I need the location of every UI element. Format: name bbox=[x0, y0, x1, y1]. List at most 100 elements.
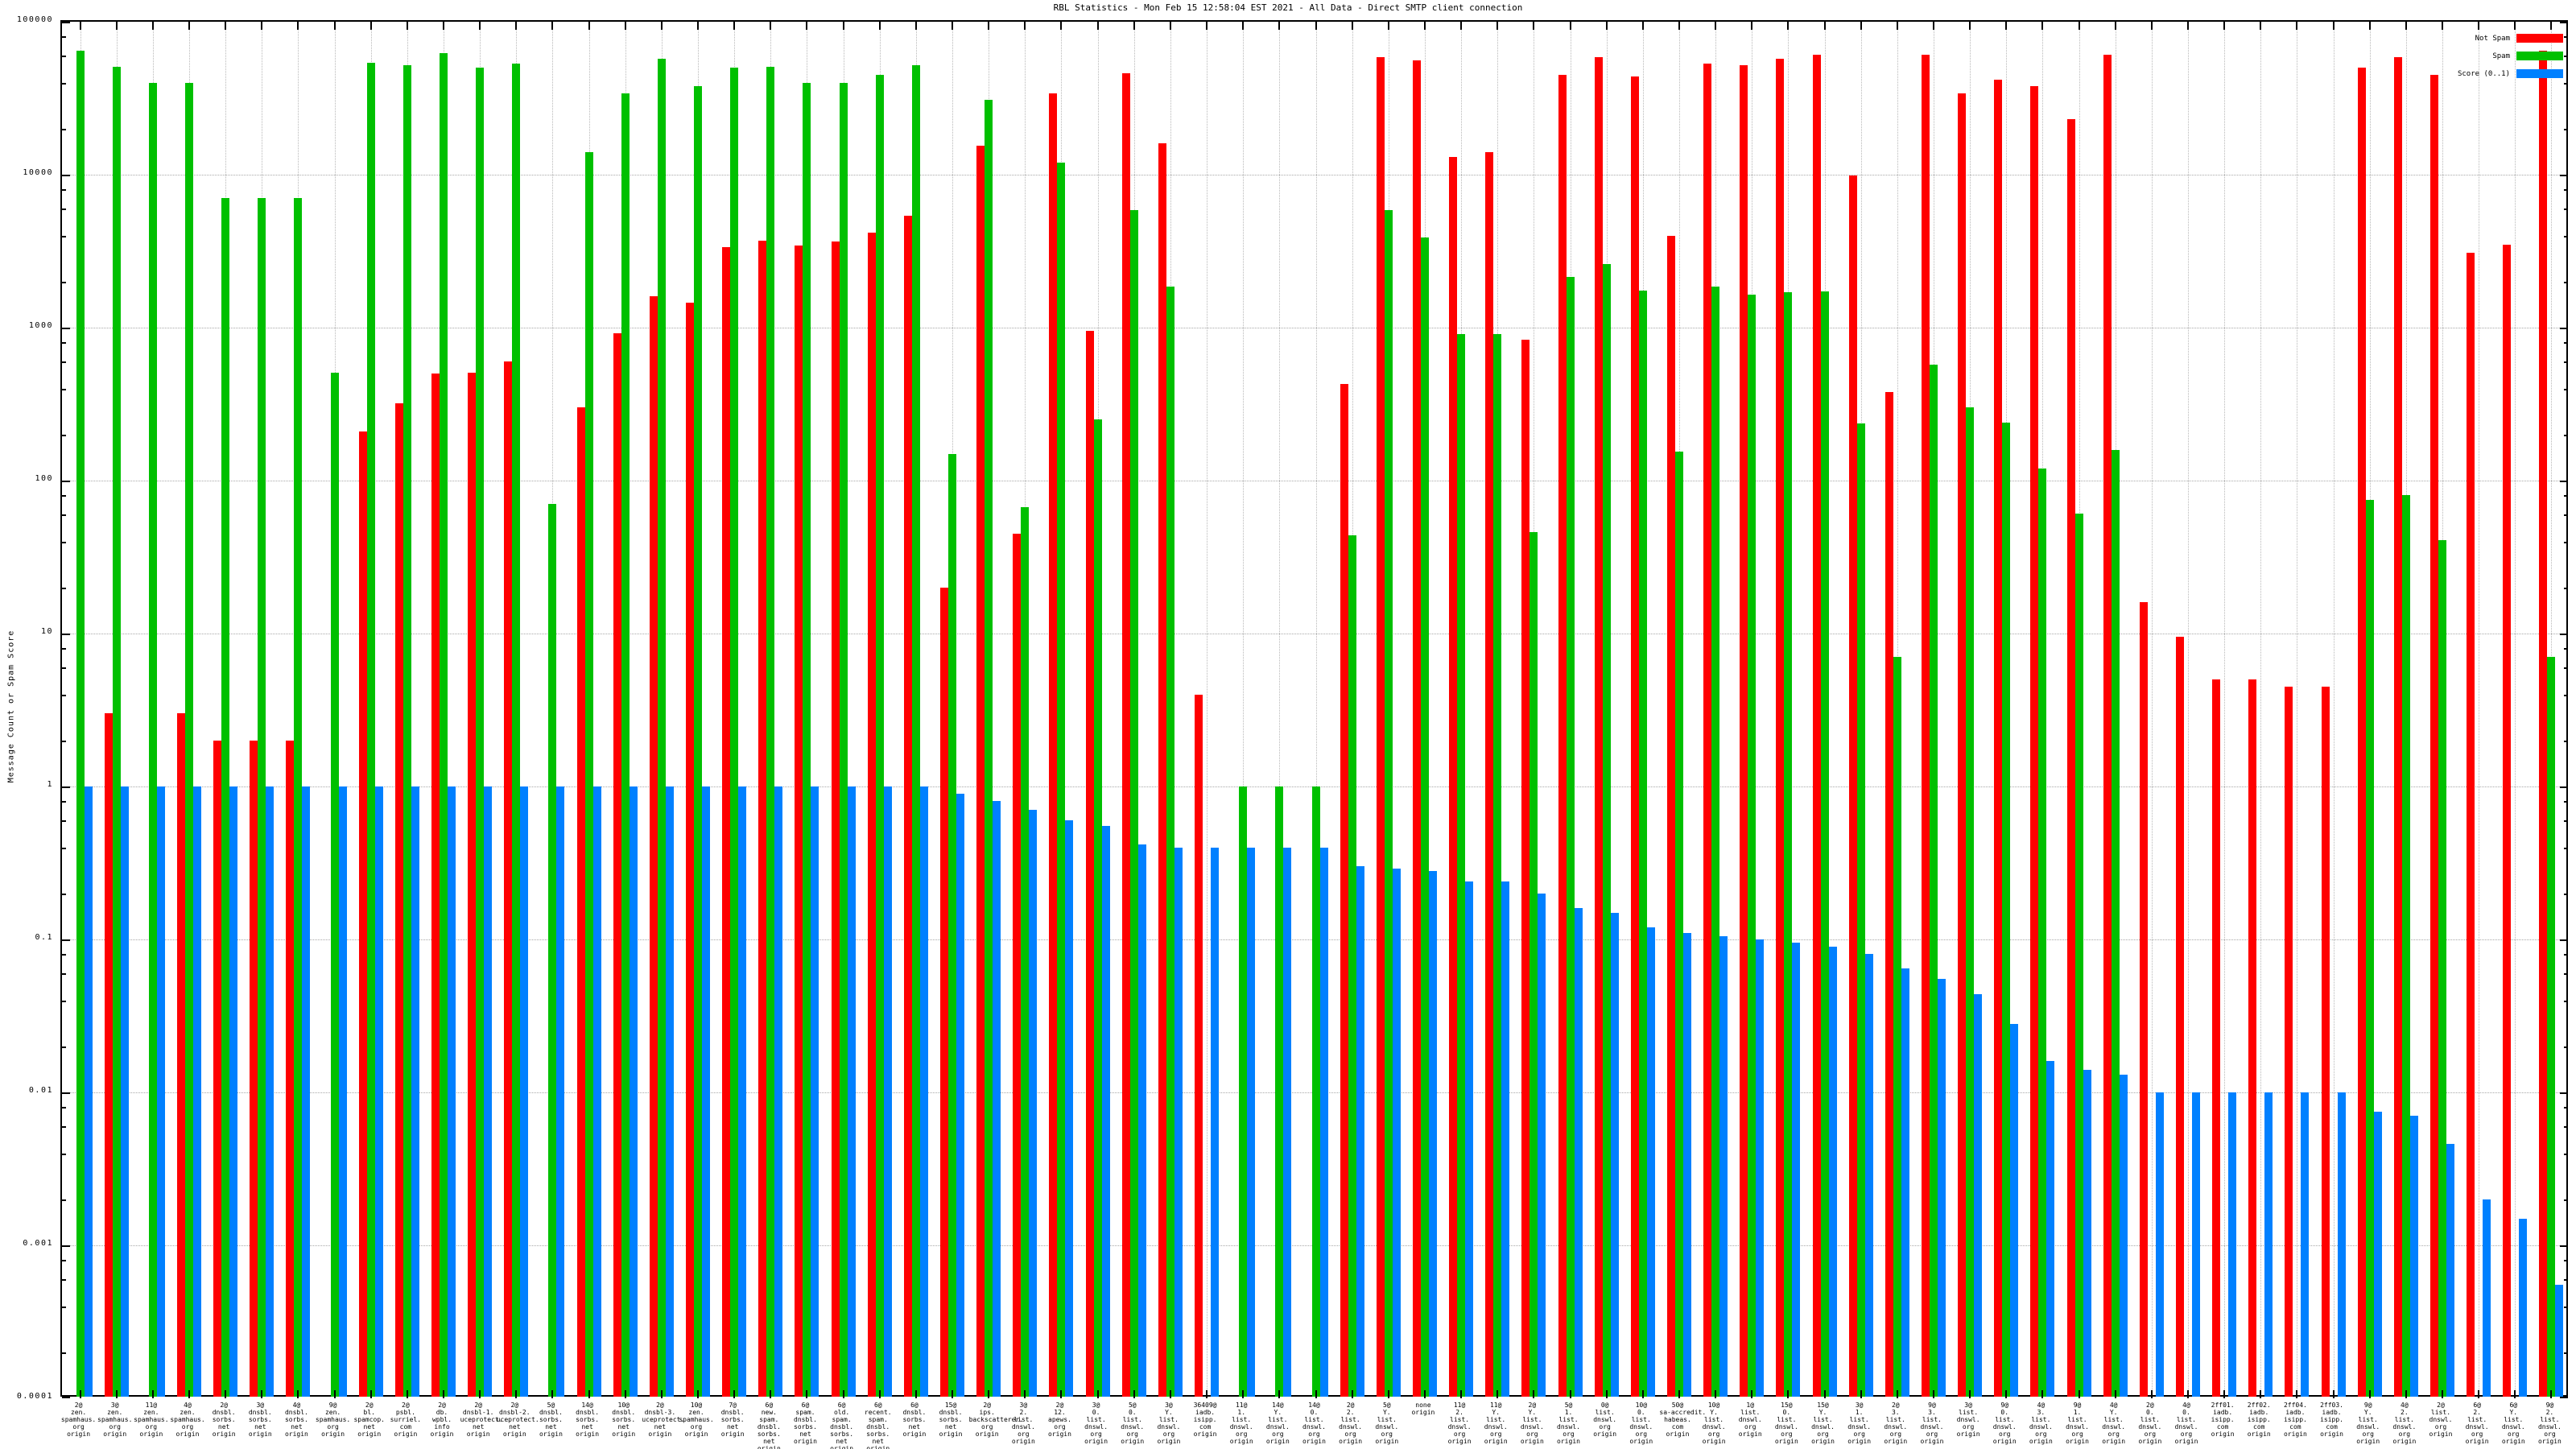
x-tick-label-line: dnswl. bbox=[1557, 1423, 1580, 1430]
x-tick-label-line: origin bbox=[212, 1430, 236, 1438]
x-tick bbox=[1605, 1390, 1608, 1398]
x-tick-label-line: origin bbox=[866, 1445, 890, 1449]
x-tick-label-line: 2@ bbox=[656, 1402, 664, 1409]
x-tick-label-line: 9@ bbox=[2545, 1402, 2554, 1409]
y-minor-tick bbox=[2564, 1107, 2568, 1109]
x-tick bbox=[952, 1390, 954, 1398]
x-tick bbox=[1751, 22, 1753, 30]
y-minor-tick bbox=[2564, 1126, 2568, 1129]
x-tick-label: 7@ dnsbl. sorbs. net origin bbox=[715, 1402, 751, 1438]
x-tick-label-line: dnsbl. bbox=[248, 1409, 272, 1416]
x-tick-label-line: zen. bbox=[107, 1409, 123, 1416]
x-tick bbox=[79, 22, 81, 30]
bar-spam bbox=[2002, 422, 2011, 1397]
x-tick bbox=[1133, 22, 1135, 30]
bar-not-spam bbox=[104, 713, 113, 1397]
x-tick bbox=[2332, 22, 2334, 30]
x-tick-label-line: 11@ bbox=[145, 1402, 158, 1409]
x-tick-label-line: origin bbox=[2429, 1430, 2453, 1438]
x-tick-label-line: origin bbox=[612, 1430, 636, 1438]
x-tick-label-line: origin bbox=[2174, 1438, 2198, 1445]
x-tick bbox=[1206, 22, 1208, 30]
bar-not-spam bbox=[795, 245, 803, 1397]
y-minor-tick bbox=[62, 740, 66, 742]
x-tick-label-line: 5@ bbox=[1382, 1402, 1391, 1409]
bar-not-spam bbox=[2467, 252, 2475, 1397]
bar-not-spam bbox=[1812, 54, 1821, 1397]
x-tick bbox=[151, 22, 154, 30]
y-tick-label: 100000 bbox=[16, 15, 53, 24]
x-tick-label-line: origin bbox=[2501, 1438, 2525, 1445]
x-tick-label-line: origin bbox=[394, 1430, 418, 1438]
bar-spam bbox=[1929, 364, 1938, 1397]
x-tick bbox=[1860, 22, 1862, 30]
x-tick-label-line: origin bbox=[720, 1430, 745, 1438]
x-tick bbox=[443, 1390, 445, 1398]
legend-item-not-spam: Not Spam bbox=[2458, 34, 2563, 43]
x-tick-label-line: dnswl. bbox=[2537, 1423, 2562, 1430]
x-tick bbox=[1823, 22, 1826, 30]
x-tick bbox=[988, 1390, 990, 1398]
x-tick-label-line: org bbox=[690, 1423, 703, 1430]
x-tick-label: 2@ list. dnswl. org origin bbox=[2422, 1402, 2458, 1438]
x-tick-label-line: list. bbox=[1232, 1416, 1252, 1423]
x-tick bbox=[878, 1390, 881, 1398]
y-minor-tick bbox=[2564, 36, 2568, 39]
x-tick bbox=[1096, 22, 1099, 30]
bar-spam bbox=[221, 198, 230, 1397]
x-tick-label-line: iadb. bbox=[2285, 1409, 2306, 1416]
y-minor-tick bbox=[2564, 847, 2568, 849]
bar-spam bbox=[875, 74, 884, 1397]
x-tick-label: 2@ 3. list. dnswl. org origin bbox=[1877, 1402, 1913, 1445]
x-tick-label: 6@ dnsbl. sorbs. net origin bbox=[896, 1402, 932, 1438]
x-tick-label-line: sorbs. bbox=[612, 1416, 636, 1423]
x-tick-label-line: ips. bbox=[979, 1409, 995, 1416]
x-tick-label-line: spam. bbox=[868, 1416, 888, 1423]
x-tick bbox=[1932, 22, 1934, 30]
x-tick-label: 14@ 0. list. dnswl. org origin bbox=[1296, 1402, 1332, 1445]
x-tick bbox=[1460, 22, 1463, 30]
x-tick-label-line: org bbox=[145, 1423, 158, 1430]
y-major-tick bbox=[62, 175, 70, 176]
x-tick-label-line: net bbox=[908, 1423, 921, 1430]
x-tick-label: 9@ zen. spamhaus. org origin bbox=[315, 1402, 351, 1438]
x-tick-label-line: 36409@ bbox=[1193, 1402, 1217, 1409]
bar-not-spam bbox=[1376, 56, 1385, 1397]
x-tick bbox=[333, 1390, 336, 1398]
y-minor-tick bbox=[62, 434, 66, 436]
bar-spam bbox=[1021, 507, 1030, 1397]
bar-spam bbox=[1457, 333, 1466, 1397]
y-minor-tick bbox=[2564, 208, 2568, 211]
x-tick-label-line: 2@ bbox=[1528, 1402, 1537, 1409]
bar-not-spam bbox=[2139, 602, 2148, 1397]
x-tick bbox=[151, 1390, 154, 1398]
x-tick bbox=[515, 22, 518, 30]
y-major-tick bbox=[62, 22, 70, 23]
x-tick-label-line: net bbox=[217, 1423, 230, 1430]
bar-score bbox=[1392, 869, 1401, 1397]
x-tick-label-line: 0. bbox=[1637, 1409, 1645, 1416]
x-tick-label-line: Y. bbox=[2509, 1409, 2518, 1416]
bar-score bbox=[665, 786, 674, 1397]
y-major-tick bbox=[2560, 786, 2568, 788]
bar-spam bbox=[694, 85, 703, 1397]
bar-score bbox=[1319, 847, 1328, 1397]
bar-not-spam bbox=[1412, 60, 1421, 1397]
bar-score bbox=[520, 786, 529, 1397]
x-tick-label-line: origin bbox=[1011, 1438, 1035, 1445]
bar-score bbox=[1719, 935, 1728, 1397]
x-tick bbox=[225, 22, 227, 30]
x-tick bbox=[1715, 1390, 1717, 1398]
x-tick-label-line: dnswl. bbox=[1811, 1423, 1835, 1430]
x-tick-label-line: origin bbox=[1811, 1438, 1835, 1445]
x-tick-label-line: sa-accredit. bbox=[1659, 1409, 1707, 1416]
bar-spam bbox=[1674, 451, 1683, 1397]
x-tick-label-line: origin bbox=[2138, 1438, 2162, 1445]
bar-spam bbox=[1239, 786, 1248, 1397]
bar-score bbox=[556, 786, 565, 1397]
y-minor-tick bbox=[2564, 1306, 2568, 1308]
y-minor-tick bbox=[2564, 954, 2568, 956]
x-tick-label-line: origin bbox=[902, 1430, 927, 1438]
x-tick-label-line: org bbox=[1926, 1430, 1938, 1438]
x-tick-label-line: 11@ bbox=[1489, 1402, 1502, 1409]
